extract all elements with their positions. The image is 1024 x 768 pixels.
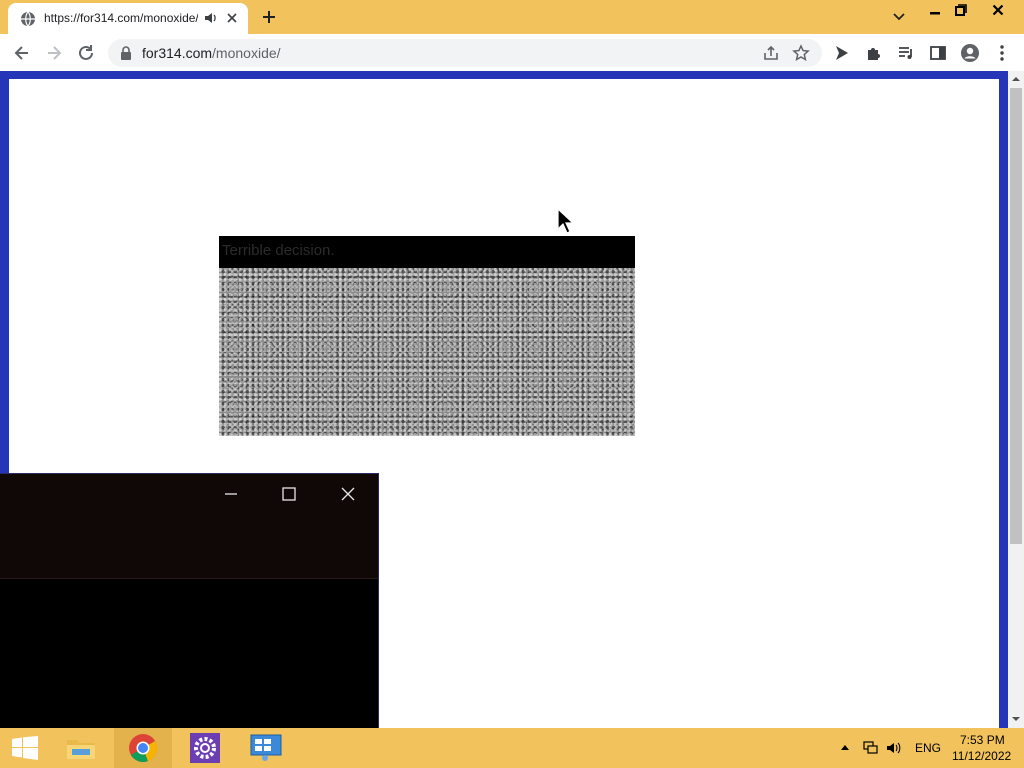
noise-caption: Terrible decision. <box>222 242 335 259</box>
dark-window-titlebar[interactable] <box>0 474 378 579</box>
restore-button[interactable] <box>948 0 974 20</box>
taskbar-settings[interactable] <box>178 728 232 768</box>
taskbar-file-explorer[interactable] <box>54 728 108 768</box>
language-indicator[interactable]: ENG <box>915 741 941 755</box>
close-window-button[interactable] <box>985 0 1011 20</box>
volume-icon[interactable] <box>886 740 902 756</box>
menu-kebab-icon[interactable] <box>992 43 1012 63</box>
window-minimize-icon[interactable] <box>221 484 241 504</box>
profile-avatar-icon[interactable] <box>960 43 980 63</box>
media-queue-icon[interactable] <box>896 43 916 63</box>
clock-date[interactable]: 11/12/2022 <box>952 749 1011 763</box>
back-arrow-icon[interactable] <box>12 43 32 63</box>
share-icon[interactable] <box>762 44 780 62</box>
close-icon <box>992 4 1004 16</box>
browser-toolbar: for314.com/monoxide/ <box>0 34 1024 72</box>
window-close-icon[interactable] <box>338 484 358 504</box>
forward-arrow-icon[interactable] <box>44 43 64 63</box>
side-panel-icon[interactable] <box>928 43 948 63</box>
taskbar-chrome[interactable] <box>114 728 172 768</box>
scroll-down-arrow-icon[interactable] <box>1011 714 1021 724</box>
restore-icon <box>955 4 967 16</box>
minimize-button[interactable] <box>922 0 948 20</box>
clock-time[interactable]: 7:53 PM <box>960 733 1005 747</box>
window-maximize-icon[interactable] <box>279 484 299 504</box>
dark-popup-window[interactable] <box>0 473 379 729</box>
address-bar[interactable]: for314.com/monoxide/ <box>108 39 822 67</box>
reload-icon[interactable] <box>76 43 96 63</box>
minimize-icon <box>930 12 940 15</box>
new-tab-icon[interactable] <box>260 8 278 26</box>
taskbar-control-panel[interactable] <box>240 728 294 768</box>
browser-tabstrip: https://for314.com/monoxide/ <box>0 0 1024 34</box>
start-button[interactable] <box>0 728 54 768</box>
bookmark-star-icon[interactable] <box>792 44 810 62</box>
windows-logo-icon <box>12 736 38 760</box>
settings-gear-icon <box>190 733 220 763</box>
static-noise-panel: Terrible decision. <box>219 236 635 436</box>
tab-search-chevron-icon[interactable] <box>890 8 908 26</box>
tab-title: https://for314.com/monoxide/ <box>44 11 198 25</box>
url-path: /monoxide/ <box>212 45 281 61</box>
folder-icon <box>67 740 95 759</box>
scroll-up-arrow-icon[interactable] <box>1011 74 1021 84</box>
url-text[interactable]: for314.com/monoxide/ <box>142 45 281 61</box>
network-icon[interactable] <box>862 740 878 756</box>
scrollbar-thumb[interactable] <box>1010 88 1022 544</box>
speaker-icon[interactable] <box>204 11 218 25</box>
static-noise-image <box>219 268 635 436</box>
mouse-pointer-icon <box>557 208 573 234</box>
send-cursor-extension-icon[interactable] <box>832 43 852 63</box>
url-host: for314.com <box>142 45 213 61</box>
windows-taskbar: ENG 7:53 PM 11/12/2022 <box>0 728 1024 768</box>
noise-caption-bar: Terrible decision. <box>219 236 635 268</box>
control-panel-icon <box>250 734 282 761</box>
chrome-icon <box>129 734 158 763</box>
globe-icon <box>21 11 35 27</box>
extensions-puzzle-icon[interactable] <box>864 43 884 63</box>
browser-tab[interactable]: https://for314.com/monoxide/ <box>8 3 248 34</box>
show-hidden-icons-icon[interactable] <box>840 743 850 751</box>
lock-icon[interactable] <box>120 46 132 60</box>
tab-close-icon[interactable] <box>225 11 239 25</box>
